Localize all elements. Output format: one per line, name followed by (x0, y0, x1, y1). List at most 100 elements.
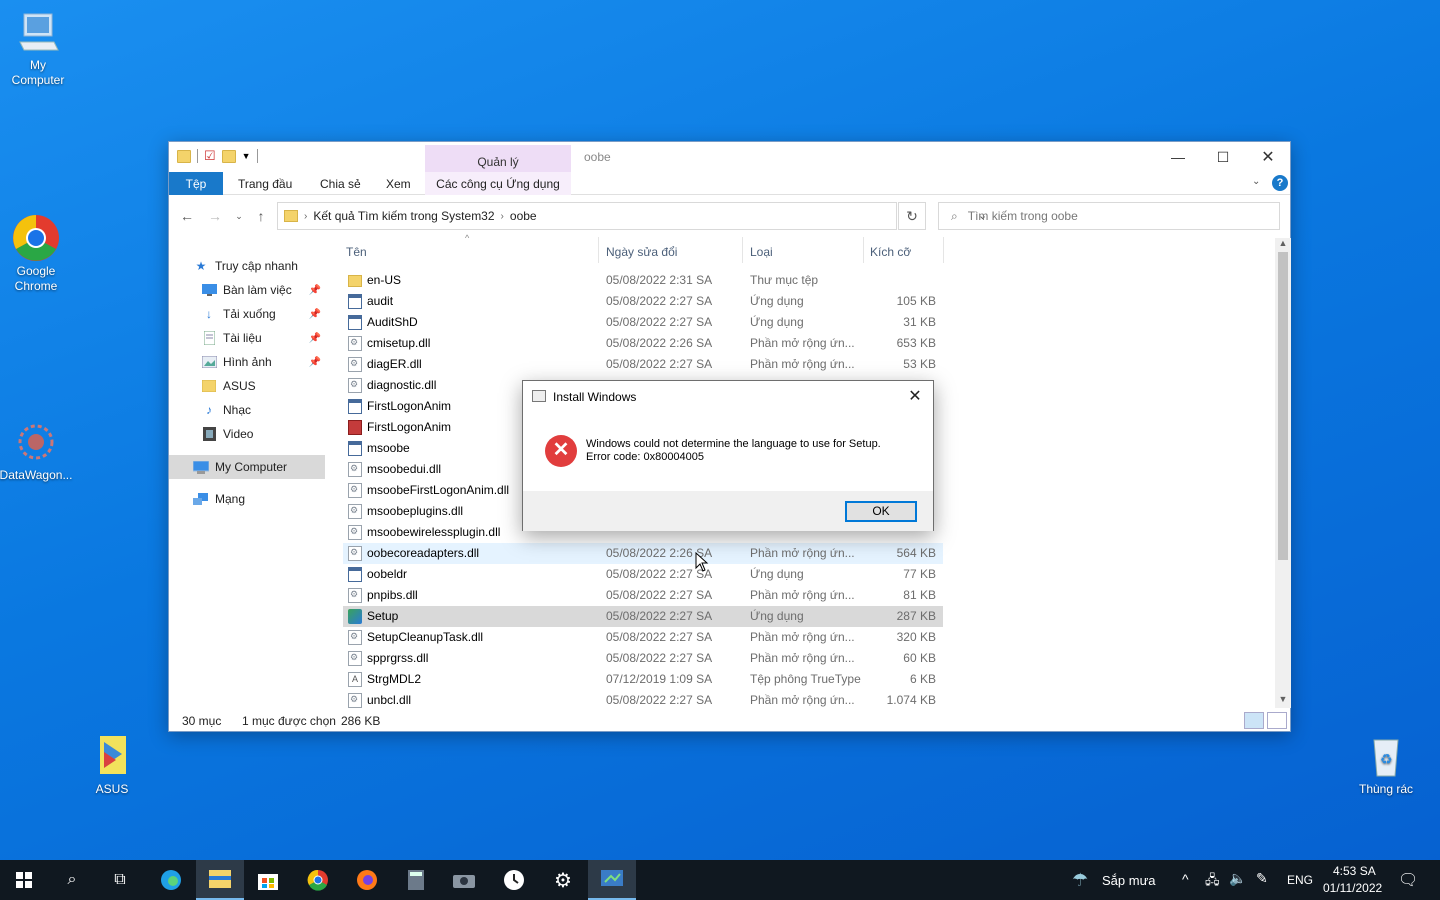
tab-home[interactable]: Trang đầu (238, 172, 292, 195)
desktop-icon-datawagon[interactable]: DataWagon... (0, 418, 74, 483)
scroll-down-icon[interactable]: ▼ (1275, 694, 1291, 708)
start-button[interactable] (0, 860, 48, 900)
customize-qat-icon[interactable]: ▼ (242, 151, 251, 161)
search-icon[interactable]: ⌕ (48, 860, 96, 900)
dialog-body: ✕ Windows could not determine the langua… (523, 411, 933, 491)
file-row[interactable]: unbcl.dll 05/08/2022 2:27 SA Phần mở rộng … (343, 690, 943, 711)
back-arrow-icon[interactable]: ← (177, 206, 197, 226)
file-row[interactable]: diagER.dll 05/08/2022 2:27 SA Phần mở rộng… (343, 354, 943, 375)
file-row[interactable]: AuditShD 05/08/2022 2:27 SA Ứng dụng 31 KB (343, 312, 943, 333)
network-status-icon[interactable]: 🖧 (1205, 871, 1220, 893)
weather-text[interactable]: Sắp mưa (1102, 873, 1156, 888)
firefox-icon[interactable] (343, 860, 391, 900)
desktop-icon-label: DataWagon... (0, 468, 73, 482)
nav-label: My Computer (215, 460, 288, 474)
file-row[interactable]: pnpibs.dll 05/08/2022 2:27 SA Phần mở rộng… (343, 585, 943, 606)
file-row[interactable]: oobecoreadapters.dll05/08/2022 2:26 SAPh… (343, 543, 943, 564)
file-row[interactable]: cmisetup.dll 05/08/2022 2:26 SA Phần mở rộ… (343, 333, 943, 354)
chevron-right-icon: › (304, 210, 308, 222)
notification-icon[interactable]: 🗨 (1398, 870, 1418, 890)
close-button[interactable]: ✕ (1245, 142, 1291, 172)
volume-icon[interactable]: 🔈 (1229, 870, 1246, 887)
properties-icon[interactable]: ☑ (204, 148, 216, 164)
nav-documents[interactable]: Tài liệu 📌 (169, 326, 325, 350)
nav-quick-access[interactable]: ★ Truy cập nhanh (169, 254, 325, 278)
file-type: Thư mục tệp (750, 273, 819, 287)
help-icon[interactable]: ? (1272, 175, 1288, 191)
nav-desktop[interactable]: Bàn làm việc 📌 (169, 278, 325, 302)
setup-taskbar-icon[interactable] (588, 860, 636, 900)
dialog-close-icon[interactable]: ✕ (905, 386, 925, 406)
file-row[interactable]: audit 05/08/2022 2:27 SA Ứng dụng 105 KB (343, 291, 943, 312)
breadcrumb-oobe[interactable]: oobe (510, 209, 537, 223)
column-header-date[interactable]: Ngày sửa đổi (606, 237, 743, 263)
weather-icon[interactable]: ☂ (1072, 870, 1088, 891)
nav-network[interactable]: Mạng (169, 487, 325, 511)
calculator-icon[interactable] (392, 860, 440, 900)
error-icon: ✕ (545, 435, 577, 467)
tab-application-tools[interactable]: Các công cụ Ứng dụng (425, 172, 571, 195)
nav-downloads[interactable]: ↓ Tải xuống 📌 (169, 302, 325, 326)
settings-gear-icon[interactable]: ⚙ (539, 860, 587, 900)
new-folder-icon[interactable] (221, 149, 236, 163)
task-view-icon[interactable]: ⧉ (96, 860, 144, 900)
file-date: 05/08/2022 2:27 SA (606, 630, 713, 644)
store-icon[interactable] (244, 860, 292, 900)
file-explorer-icon[interactable] (196, 860, 244, 900)
dll-file-icon (348, 504, 362, 519)
tab-share[interactable]: Chia sẻ (320, 172, 361, 195)
column-header-type[interactable]: Loại (750, 237, 864, 263)
computer-icon (14, 8, 62, 56)
desktop-icon-asus[interactable]: ASUS (74, 732, 150, 797)
file-row[interactable]: SetupCleanupTask.dll 05/08/2022 2:27 SA Ph… (343, 627, 943, 648)
input-language[interactable]: ENG (1287, 873, 1313, 887)
file-row[interactable]: en-US 05/08/2022 2:31 SA Thư mục tệp (343, 270, 943, 291)
breadcrumb-search-results[interactable]: Kết quả Tìm kiếm trong System32 (313, 209, 494, 223)
column-header-size[interactable]: Kích cỡ (870, 237, 944, 263)
show-hidden-icons-icon[interactable]: ^ (1182, 871, 1189, 887)
file-row[interactable]: Setup 05/08/2022 2:27 SA Ứng dụng 287 KB (343, 606, 943, 627)
large-icons-view-icon[interactable] (1267, 712, 1287, 729)
file-row[interactable]: StrgMDL2 07/12/2019 1:09 SA Tệp phông True… (343, 669, 943, 690)
refresh-button[interactable]: ↻ (898, 202, 926, 230)
nav-music[interactable]: ♪ Nhạc (169, 398, 325, 422)
desktop-icon-my-computer[interactable]: My Computer (0, 8, 76, 88)
scrollbar-thumb[interactable] (1278, 252, 1288, 560)
clock-time[interactable]: 4:53 SA (1333, 864, 1376, 878)
recent-locations-icon[interactable]: ⌄ (229, 206, 249, 226)
scroll-up-icon[interactable]: ▲ (1275, 238, 1291, 252)
file-row[interactable]: spprgrss.dll 05/08/2022 2:27 SA Phần mở rộ… (343, 648, 943, 669)
file-type: Ứng dụng (750, 567, 804, 581)
desktop-icon (201, 282, 217, 298)
camera-icon[interactable] (440, 860, 488, 900)
address-bar[interactable]: › Kết quả Tìm kiếm trong System32 › oobe… (277, 202, 987, 230)
ok-button[interactable]: OK (845, 501, 917, 522)
expand-ribbon-icon[interactable]: ⌄ (1252, 176, 1260, 187)
forward-arrow-icon[interactable]: → (205, 206, 225, 226)
desktop-icon-chrome[interactable]: Google Chrome (0, 214, 74, 294)
vertical-scrollbar[interactable]: ▲ ▼ (1275, 238, 1291, 708)
search-placeholder: Tìm kiếm trong oobe (967, 209, 1078, 223)
clock-icon[interactable] (490, 860, 538, 900)
nav-pictures[interactable]: Hình ảnh 📌 (169, 350, 325, 374)
nav-asus[interactable]: ASUS (169, 374, 325, 398)
chrome-icon[interactable] (294, 860, 342, 900)
file-row[interactable]: oobeldr 05/08/2022 2:27 SA Ứng dụng 77 KB (343, 564, 943, 585)
search-input[interactable]: ⌕ Tìm kiếm trong oobe (938, 202, 1280, 230)
maximize-button[interactable]: ☐ (1200, 142, 1246, 172)
minimize-button[interactable]: — (1155, 142, 1201, 172)
up-arrow-icon[interactable]: ↑ (251, 206, 271, 226)
edge-icon[interactable] (147, 860, 195, 900)
column-header-name[interactable]: Tên (346, 237, 599, 263)
manage-context-tab[interactable]: Quản lý (425, 145, 571, 173)
nav-video[interactable]: Video (169, 422, 325, 446)
desktop-icon-recycle-bin[interactable]: ♻ Thùng rác (1348, 732, 1424, 797)
red-file-icon (348, 420, 362, 435)
tab-view[interactable]: Xem (386, 172, 411, 195)
nav-my-computer[interactable]: My Computer (169, 455, 325, 479)
separator (256, 149, 258, 163)
tab-file[interactable]: Tệp (169, 172, 223, 195)
clock-date[interactable]: 01/11/2022 (1323, 881, 1382, 895)
pen-icon[interactable]: ✎ (1256, 870, 1268, 887)
details-view-icon[interactable] (1244, 712, 1264, 729)
